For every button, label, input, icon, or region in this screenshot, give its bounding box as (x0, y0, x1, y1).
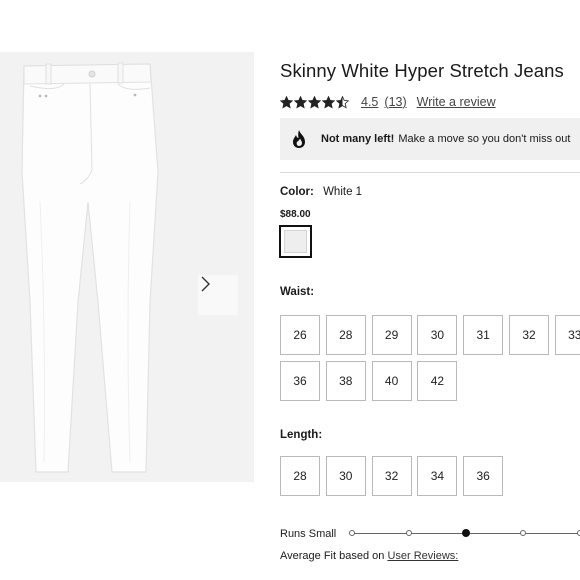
length-size-36[interactable]: 36 (463, 456, 504, 496)
length-size-30[interactable]: 30 (325, 456, 366, 496)
fit-marker-selected (462, 529, 470, 537)
review-count[interactable]: 13 (384, 95, 406, 109)
fit-marker (349, 530, 355, 536)
waist-size-30[interactable]: 30 (417, 315, 458, 355)
fit-label: Runs Small (280, 528, 337, 540)
stock-alert-bold: Not many left! (321, 133, 395, 145)
waist-size-38[interactable]: 38 (325, 361, 366, 401)
fit-scale (348, 529, 580, 537)
length-size-28[interactable]: 28 (280, 456, 320, 496)
low-stock-banner: Not many left! Make a move so you don't … (280, 118, 580, 160)
waist-size-31[interactable]: 31 (463, 315, 504, 355)
length-size-34[interactable]: 34 (417, 456, 458, 496)
average-fit: Average Fit based on User Reviews: (280, 550, 458, 562)
length-size-32[interactable]: 32 (371, 456, 412, 496)
waist-size-32[interactable]: 32 (509, 315, 549, 355)
waist-size-26[interactable]: 26 (280, 315, 320, 355)
stock-alert-text: Make a move so you don't miss out (398, 133, 571, 145)
fit-marker (406, 530, 412, 536)
length-label: Length: (280, 429, 323, 441)
waist-size-42[interactable]: 42 (417, 361, 458, 401)
product-image-gallery (0, 52, 254, 482)
color-selection: Color: White 1 (280, 186, 362, 198)
divider (280, 172, 580, 173)
product-title: Skinny White Hyper Stretch Jeans (280, 60, 564, 81)
color-value: White 1 (323, 186, 363, 198)
star-icon (336, 95, 349, 109)
fit-marker (520, 530, 526, 536)
waist-label: Waist: (280, 286, 315, 298)
average-fit-text: Average Fit based on (280, 550, 385, 562)
star-rating[interactable] (280, 95, 349, 109)
color-swatch-white[interactable] (279, 225, 312, 258)
waist-size-33[interactable]: 33 (554, 315, 580, 355)
waist-size-36[interactable]: 36 (280, 361, 320, 401)
color-label: Color: (280, 186, 314, 198)
star-icon (322, 95, 335, 109)
waist-size-28[interactable]: 28 (325, 315, 366, 355)
waist-size-40[interactable]: 40 (371, 361, 412, 401)
star-icon (280, 95, 293, 109)
waist-size-29[interactable]: 29 (371, 315, 412, 355)
chevron-right-icon (201, 276, 210, 292)
rating-row: 4.5 13 Write a review (280, 93, 496, 111)
rating-value[interactable]: 4.5 (361, 95, 378, 109)
write-review-link[interactable]: Write a review (417, 95, 496, 109)
next-image-button[interactable] (198, 275, 238, 315)
star-icon (294, 95, 307, 109)
price: $88.00 (280, 209, 311, 220)
flame-icon (291, 129, 307, 149)
star-icon (308, 95, 321, 109)
product-image (21, 62, 159, 473)
user-reviews-link[interactable]: User Reviews: (387, 550, 458, 562)
